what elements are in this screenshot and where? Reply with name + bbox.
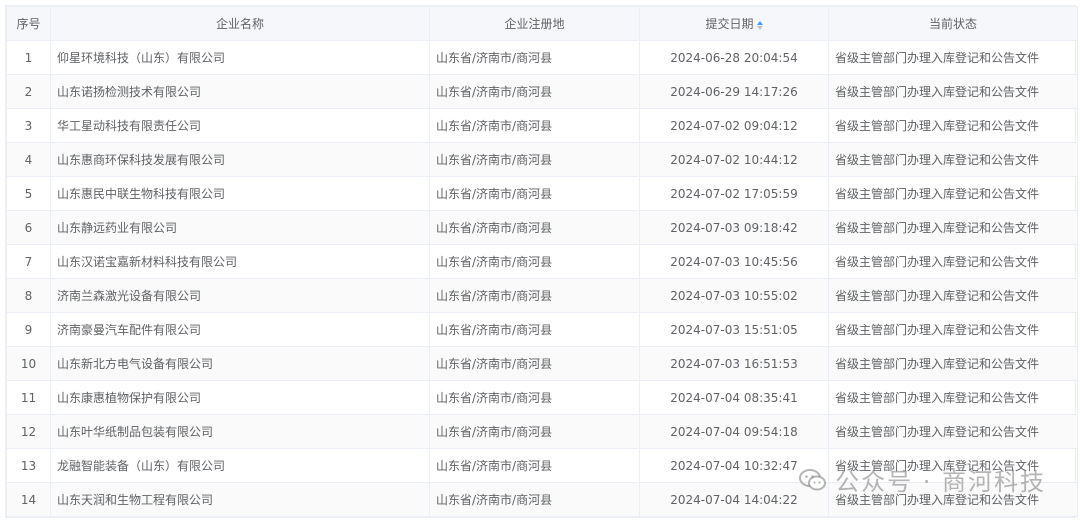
col-header-date-label: 提交日期	[705, 17, 754, 31]
cell-index: 12	[6, 414, 51, 449]
cell-company-name: 山东诺扬检测技术有限公司	[50, 74, 430, 109]
cell-submit-date: 2024-07-03 10:55:02	[639, 278, 829, 313]
cell-company-name: 山东汉诺宝嘉新材料科技有限公司	[50, 244, 430, 279]
cell-index: 10	[6, 346, 51, 381]
cell-submit-date: 2024-07-02 09:04:12	[639, 108, 829, 143]
cell-index: 9	[6, 312, 51, 347]
cell-submit-date: 2024-07-03 15:51:05	[639, 312, 829, 347]
cell-registration-place: 山东省/济南市/商河县	[429, 244, 640, 279]
cell-submit-date: 2024-07-04 10:32:47	[639, 448, 829, 483]
cell-registration-place: 山东省/济南市/商河县	[429, 278, 640, 313]
cell-submit-date: 2024-07-03 16:51:53	[639, 346, 829, 381]
cell-company-name: 仰星环境科技（山东）有限公司	[50, 40, 430, 75]
cell-registration-place: 山东省/济南市/商河县	[429, 108, 640, 143]
cell-company-name: 龙融智能装备（山东）有限公司	[50, 448, 430, 483]
cell-index: 1	[6, 40, 51, 75]
table-row: 8 济南兰森激光设备有限公司 山东省/济南市/商河县 2024-07-03 10:55…	[6, 278, 1078, 313]
cell-status: 省级主管部门办理入库登记和公告文件	[828, 278, 1078, 313]
cell-status: 省级主管部门办理入库登记和公告文件	[828, 346, 1078, 381]
table-header-row: 序号 企业名称 企业注册地 提交日期 当前状态	[6, 6, 1078, 41]
sort-ascending-icon[interactable]	[756, 20, 763, 25]
cell-status: 省级主管部门办理入库登记和公告文件	[828, 448, 1078, 483]
cell-submit-date: 2024-07-02 10:44:12	[639, 142, 829, 177]
cell-index: 2	[6, 74, 51, 109]
table-row: 3 华工星动科技有限责任公司 山东省/济南市/商河县 2024-07-02 09:04…	[6, 108, 1078, 143]
table-row: 2 山东诺扬检测技术有限公司 山东省/济南市/商河县 2024-06-29 14:17…	[6, 74, 1078, 109]
cell-submit-date: 2024-06-29 14:17:26	[639, 74, 829, 109]
cell-registration-place: 山东省/济南市/商河县	[429, 176, 640, 211]
cell-company-name: 山东康惠植物保护有限公司	[50, 380, 430, 415]
cell-company-name: 山东新北方电气设备有限公司	[50, 346, 430, 381]
col-header-place: 企业注册地	[429, 6, 640, 41]
cell-company-name: 华工星动科技有限责任公司	[50, 108, 430, 143]
table-row: 12 山东叶华纸制品包装有限公司 山东省/济南市/商河县 2024-07-04 09:…	[6, 414, 1078, 449]
cell-submit-date: 2024-07-02 17:05:59	[639, 176, 829, 211]
table-row: 7 山东汉诺宝嘉新材料科技有限公司 山东省/济南市/商河县 2024-07-03 10…	[6, 244, 1078, 279]
cell-submit-date: 2024-06-28 20:04:54	[639, 40, 829, 75]
cell-submit-date: 2024-07-04 09:54:18	[639, 414, 829, 449]
cell-status: 省级主管部门办理入库登记和公告文件	[828, 142, 1078, 177]
col-header-status: 当前状态	[828, 6, 1078, 41]
cell-registration-place: 山东省/济南市/商河县	[429, 414, 640, 449]
cell-submit-date: 2024-07-04 08:35:41	[639, 380, 829, 415]
cell-status: 省级主管部门办理入库登记和公告文件	[828, 414, 1078, 449]
table-row: 6 山东静远药业有限公司 山东省/济南市/商河县 2024-07-03 09:18:4…	[6, 210, 1078, 245]
sort-descending-icon[interactable]	[756, 25, 763, 30]
cell-status: 省级主管部门办理入库登记和公告文件	[828, 312, 1078, 347]
cell-index: 11	[6, 380, 51, 415]
cell-registration-place: 山东省/济南市/商河县	[429, 380, 640, 415]
table-row: 11 山东康惠植物保护有限公司 山东省/济南市/商河县 2024-07-04 08:3…	[6, 380, 1078, 415]
cell-status: 省级主管部门办理入库登记和公告文件	[828, 74, 1078, 109]
cell-submit-date: 2024-07-04 14:04:22	[639, 482, 829, 517]
cell-index: 4	[6, 142, 51, 177]
cell-status: 省级主管部门办理入库登记和公告文件	[828, 380, 1078, 415]
cell-submit-date: 2024-07-03 10:45:56	[639, 244, 829, 279]
cell-registration-place: 山东省/济南市/商河县	[429, 312, 640, 347]
cell-submit-date: 2024-07-03 09:18:42	[639, 210, 829, 245]
cell-registration-place: 山东省/济南市/商河县	[429, 346, 640, 381]
table-row: 4 山东惠商环保科技发展有限公司 山东省/济南市/商河县 2024-07-02 10:…	[6, 142, 1078, 177]
table-row: 10 山东新北方电气设备有限公司 山东省/济南市/商河县 2024-07-03 16:…	[6, 346, 1078, 381]
cell-registration-place: 山东省/济南市/商河县	[429, 40, 640, 75]
table-body: 1 仰星环境科技（山东）有限公司 山东省/济南市/商河县 2024-06-28 20:…	[6, 40, 1078, 517]
cell-registration-place: 山东省/济南市/商河县	[429, 210, 640, 245]
cell-registration-place: 山东省/济南市/商河县	[429, 142, 640, 177]
col-header-idx: 序号	[6, 6, 51, 41]
cell-index: 3	[6, 108, 51, 143]
cell-index: 6	[6, 210, 51, 245]
cell-company-name: 济南豪曼汽车配件有限公司	[50, 312, 430, 347]
table-row: 13 龙融智能装备（山东）有限公司 山东省/济南市/商河县 2024-07-04 10…	[6, 448, 1078, 483]
table-row: 1 仰星环境科技（山东）有限公司 山东省/济南市/商河县 2024-06-28 20:…	[6, 40, 1078, 75]
col-header-date[interactable]: 提交日期	[639, 6, 829, 41]
cell-company-name: 山东静远药业有限公司	[50, 210, 430, 245]
cell-status: 省级主管部门办理入库登记和公告文件	[828, 108, 1078, 143]
cell-status: 省级主管部门办理入库登记和公告文件	[828, 244, 1078, 279]
col-header-name: 企业名称	[50, 6, 430, 41]
cell-company-name: 山东惠民中联生物科技有限公司	[50, 176, 430, 211]
table-row: 9 济南豪曼汽车配件有限公司 山东省/济南市/商河县 2024-07-03 15:51…	[6, 312, 1078, 347]
cell-company-name: 山东惠商环保科技发展有限公司	[50, 142, 430, 177]
cell-registration-place: 山东省/济南市/商河县	[429, 74, 640, 109]
cell-company-name: 济南兰森激光设备有限公司	[50, 278, 430, 313]
cell-registration-place: 山东省/济南市/商河县	[429, 482, 640, 517]
cell-index: 5	[6, 176, 51, 211]
cell-registration-place: 山东省/济南市/商河县	[429, 448, 640, 483]
cell-company-name: 山东天润和生物工程有限公司	[50, 482, 430, 517]
cell-status: 省级主管部门办理入库登记和公告文件	[828, 210, 1078, 245]
cell-status: 省级主管部门办理入库登记和公告文件	[828, 40, 1078, 75]
table-row: 14 山东天润和生物工程有限公司 山东省/济南市/商河县 2024-07-04 14:…	[6, 482, 1078, 517]
cell-index: 7	[6, 244, 51, 279]
cell-index: 14	[6, 482, 51, 517]
cell-index: 13	[6, 448, 51, 483]
table-row: 5 山东惠民中联生物科技有限公司 山东省/济南市/商河县 2024-07-02 17:…	[6, 176, 1078, 211]
cell-status: 省级主管部门办理入库登记和公告文件	[828, 176, 1078, 211]
enterprise-table: 序号 企业名称 企业注册地 提交日期 当前状态 1 仰星环境科技（山东）有限公司山…	[5, 5, 1078, 518]
cell-company-name: 山东叶华纸制品包装有限公司	[50, 414, 430, 449]
cell-status: 省级主管部门办理入库登记和公告文件	[828, 482, 1078, 517]
cell-index: 8	[6, 278, 51, 313]
